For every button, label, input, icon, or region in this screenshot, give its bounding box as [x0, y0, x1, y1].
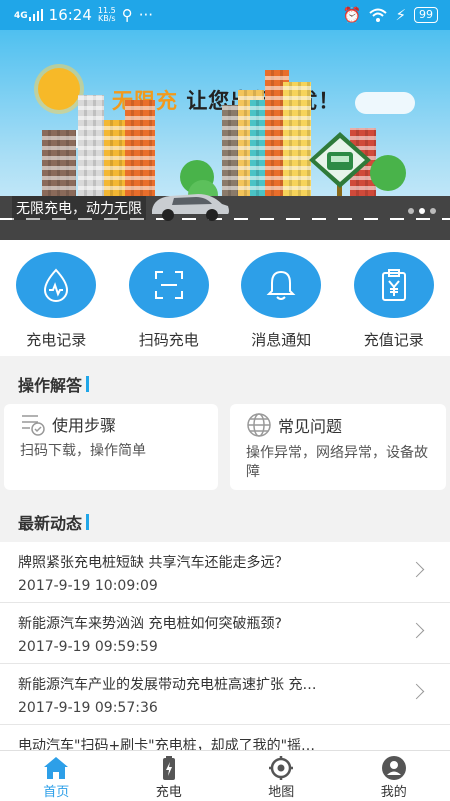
news-item[interactable]: 新能源汽车产业的发展带动充电桩高速扩张 充… 2017-9-19 09:57:3…	[0, 664, 450, 725]
news-title: 新能源汽车产业的发展带动充电桩高速扩张 充…	[18, 674, 396, 694]
more-icon: ···	[139, 6, 153, 24]
title-accent-bar	[86, 514, 89, 530]
news-date: 2017-9-19 10:09:09	[18, 578, 158, 594]
news-title: 新能源汽车来势汹汹 充电桩如何突破瓶颈?	[18, 613, 396, 633]
tab-label: 地图	[268, 781, 294, 800]
title-accent-bar	[86, 376, 89, 392]
tab-mine[interactable]: 我的	[338, 751, 450, 801]
list-check-icon	[20, 412, 46, 436]
menu-label: 扫码充电	[139, 329, 199, 350]
card-title: 使用步骤	[52, 412, 116, 436]
chevron-right-icon	[409, 623, 425, 639]
news-title: 电动汽车"扫码+刷卡"充电桩，却成了我的"摇…	[18, 735, 396, 750]
user-icon	[380, 755, 408, 781]
section-title-news: 最新动态	[18, 510, 89, 534]
menu-label: 消息通知	[251, 329, 311, 350]
menu-notifications[interactable]: 消息通知	[225, 240, 338, 356]
card-common-questions[interactable]: 常见问题 操作异常，网络异常，设备故障	[230, 404, 446, 490]
banner-caption: 无限充电，动力无限	[12, 196, 146, 220]
news-title: 牌照紧张充电桩短缺 共享汽车还能走多远？	[18, 552, 396, 572]
card-desc: 扫码下载，操作简单	[20, 442, 202, 461]
tab-charge[interactable]: 充电	[113, 751, 226, 801]
menu-label: 充电记录	[26, 329, 86, 350]
news-date: 2017-9-19 09:59:59	[18, 639, 158, 655]
tab-label: 首页	[43, 781, 69, 800]
location-icon	[267, 755, 295, 781]
sun-illustration	[38, 68, 80, 110]
charging-bolt-icon: ⚡	[395, 6, 406, 24]
menu-scan-charge[interactable]: 扫码充电	[113, 240, 226, 356]
tab-home[interactable]: 首页	[0, 751, 113, 801]
chevron-right-icon	[409, 562, 425, 578]
tab-label: 我的	[381, 781, 407, 800]
building-illustration	[78, 95, 104, 200]
cloud-illustration	[355, 92, 415, 114]
menu-recharge-records[interactable]: 充值记录	[338, 240, 450, 356]
clock-time: 16:24	[49, 6, 92, 24]
card-title: 常见问题	[278, 413, 342, 437]
promo-banner[interactable]: 无限充 让您出行无忧！ 无限充电，动力无限	[0, 30, 450, 240]
tab-label: 充电	[156, 781, 182, 800]
tab-map[interactable]: 地图	[225, 751, 338, 801]
section-title-faq: 操作解答	[18, 372, 89, 396]
news-item[interactable]: 牌照紧张充电桩短缺 共享汽车还能走多远？ 2017-9-19 10:09:09	[0, 542, 450, 603]
news-item[interactable]: 新能源汽车来势汹汹 充电桩如何突破瓶颈? 2017-9-19 09:59:59	[0, 603, 450, 664]
wifi-icon	[369, 8, 387, 22]
alarm-icon: ⏰	[343, 6, 362, 24]
carousel-indicator[interactable]	[408, 208, 436, 214]
tree-illustration	[370, 155, 406, 191]
bottom-tab-bar: 首页 充电 地图 我的	[0, 750, 450, 801]
battery-charge-icon	[155, 755, 183, 781]
bell-icon	[241, 252, 321, 318]
menu-charge-records[interactable]: 充电记录	[0, 240, 113, 356]
chevron-right-icon	[409, 684, 425, 700]
net-speed: 11.5 KB/s	[98, 7, 116, 23]
menu-label: 充值记录	[364, 329, 424, 350]
yen-clipboard-icon	[354, 252, 434, 318]
building-illustration	[42, 130, 76, 200]
battery-level: 99	[414, 7, 438, 23]
carousel-dot[interactable]	[430, 208, 436, 214]
news-list: 牌照紧张充电桩短缺 共享汽车还能走多远？ 2017-9-19 10:09:09 …	[0, 542, 450, 750]
news-date: 2017-9-19 09:57:36	[18, 700, 158, 716]
carousel-dot[interactable]	[408, 208, 414, 214]
news-item[interactable]: 电动汽车"扫码+刷卡"充电桩，却成了我的"摇…	[0, 725, 450, 750]
scan-icon	[129, 252, 209, 318]
charge-record-icon	[16, 252, 96, 318]
globe-icon	[246, 412, 272, 438]
usb-icon: ⚲	[122, 6, 133, 24]
quick-menu: 充电记录 扫码充电 消息通知 充值记录	[0, 240, 450, 356]
home-icon	[42, 755, 70, 781]
carousel-dot[interactable]	[419, 208, 425, 214]
card-desc: 操作异常，网络异常，设备故障	[246, 444, 430, 482]
car-illustration	[146, 188, 232, 222]
status-bar: 4G 16:24 11.5 KB/s ⚲ ··· ⏰ ⚡ 99	[0, 0, 450, 30]
card-usage-steps[interactable]: 使用步骤 扫码下载，操作简单	[4, 404, 218, 490]
building-illustration	[125, 100, 155, 200]
signal-icon: 4G	[14, 9, 43, 21]
